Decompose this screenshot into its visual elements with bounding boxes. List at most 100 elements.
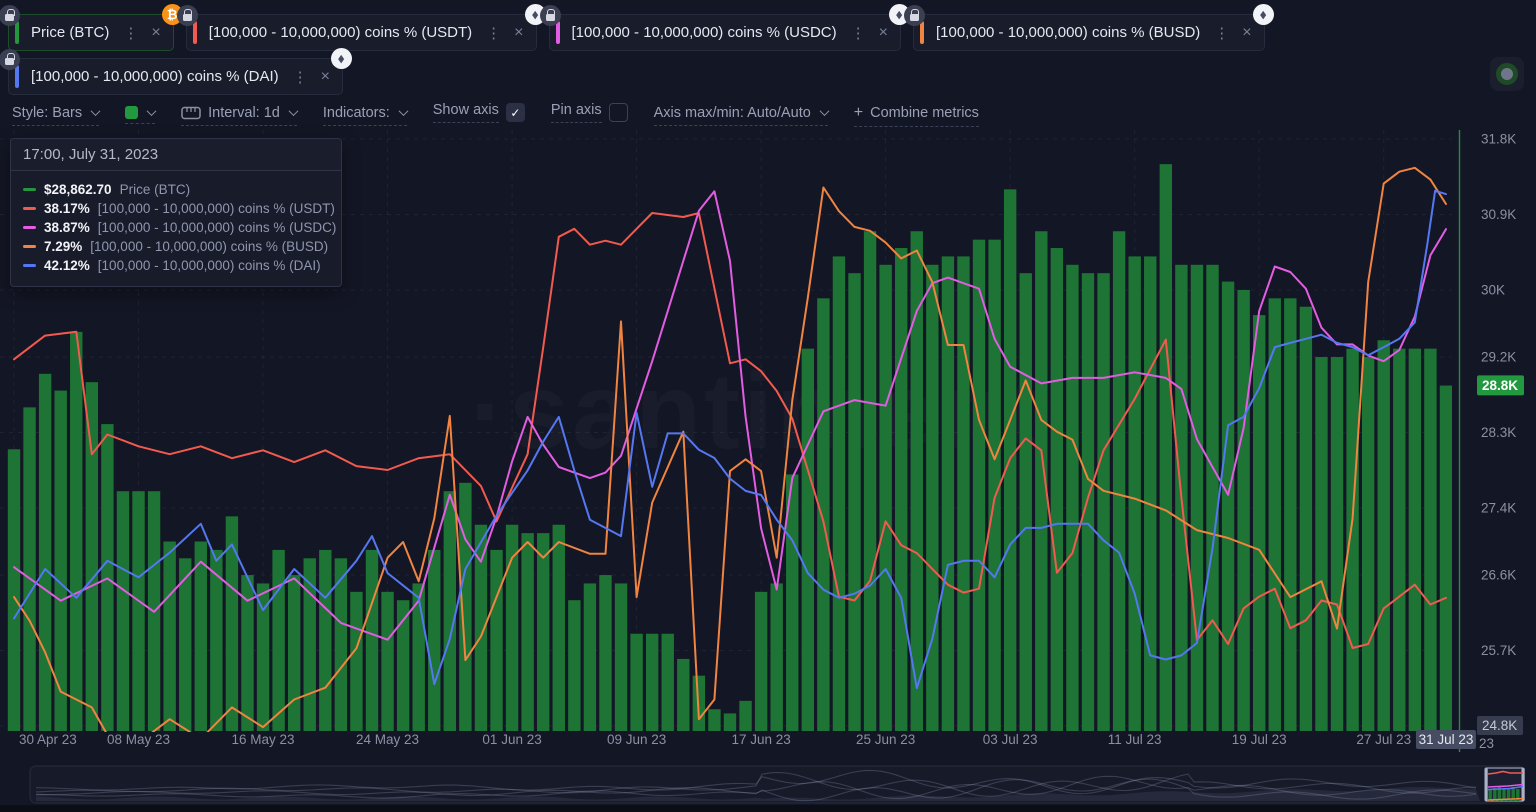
kebab-menu-icon[interactable]: ⋮ xyxy=(486,24,502,42)
plus-icon: + xyxy=(853,103,864,121)
series-dash-icon xyxy=(23,188,36,191)
close-icon[interactable]: × xyxy=(879,24,888,42)
lock-icon xyxy=(0,5,20,26)
show-axis-checkbox[interactable]: ✓ xyxy=(505,103,525,122)
preview-strip[interactable] xyxy=(29,765,1525,804)
price-bar xyxy=(505,524,519,731)
metric-tabs-row-1: Price (BTC) ⋮ × ₿ [100,000 - 10,000,000) coi… xyxy=(0,4,1274,51)
tooltip-label: [100,000 - 10,000,000) coins % (USDT) xyxy=(97,201,335,216)
price-bar xyxy=(1393,348,1406,731)
tooltip-label: [100,000 - 10,000,000) coins % (DAI) xyxy=(97,258,321,273)
pin-axis-checkbox[interactable] xyxy=(608,103,628,122)
date-tick-label: 16 May 23 xyxy=(232,732,295,747)
series-dash-icon xyxy=(23,264,36,267)
close-icon[interactable]: × xyxy=(321,68,330,86)
price-bar xyxy=(1346,348,1359,731)
tooltip-value: 7.29% xyxy=(44,239,83,254)
svg-text:31 Jul 23: 31 Jul 23 xyxy=(1419,732,1474,747)
price-bar xyxy=(365,549,379,731)
series-dash-icon xyxy=(23,207,36,210)
price-bar xyxy=(350,591,363,731)
price-bar xyxy=(1190,264,1204,731)
date-tick-label: 17 Jun 23 xyxy=(731,732,790,747)
kebab-menu-icon[interactable]: ⋮ xyxy=(851,24,867,42)
price-bar xyxy=(723,713,737,731)
metric-tab[interactable]: [100,000 - 10,000,000) coins % (USDC) ⋮ × ◆ xyxy=(539,4,910,51)
price-bar xyxy=(1361,357,1375,731)
price-bar xyxy=(1439,385,1452,731)
price-bar xyxy=(490,549,503,731)
price-bar xyxy=(1066,264,1079,731)
price-bar xyxy=(1299,306,1313,731)
price-bar xyxy=(926,264,939,731)
price-bar xyxy=(1221,281,1235,731)
kebab-menu-icon[interactable]: ⋮ xyxy=(123,24,139,42)
metric-tab[interactable]: [100,000 - 10,000,000) coins % (USDT) ⋮ × ◆ xyxy=(176,4,546,51)
price-bar xyxy=(1206,264,1219,731)
price-bar xyxy=(910,231,923,731)
axis-maxmin-label: Axis max/min: Auto/Auto xyxy=(653,104,811,121)
price-bar xyxy=(614,583,628,731)
tooltip-label: [100,000 - 10,000,000) coins % (BUSD) xyxy=(90,239,329,254)
price-bar xyxy=(163,541,176,731)
tooltip-row: 38.17% [100,000 - 10,000,000) coins % (US… xyxy=(23,199,335,218)
price-bar xyxy=(116,491,130,731)
price-tick-label: 30K xyxy=(1481,282,1505,297)
combine-metrics-label: Combine metrics xyxy=(870,104,979,121)
price-bar xyxy=(428,549,441,731)
price-bar xyxy=(1268,298,1281,731)
price-bar xyxy=(319,549,332,731)
app-window: { "app": { "watermark": "·santiment" }, … xyxy=(0,0,1536,812)
combine-metrics-button[interactable]: + Combine metrics xyxy=(853,103,979,127)
price-bar xyxy=(677,658,690,731)
price-tick-label: 30.9K xyxy=(1481,207,1516,222)
price-bar xyxy=(1112,231,1126,731)
tooltip-row: 38.87% [100,000 - 10,000,000) coins % (US… xyxy=(23,218,336,237)
metric-tab-label: [100,000 - 10,000,000) coins % (DAI) xyxy=(31,68,279,85)
price-bar xyxy=(895,248,908,731)
date-tick-label: 30 Apr 23 xyxy=(19,732,77,747)
close-icon[interactable]: × xyxy=(1242,24,1251,42)
metric-tab[interactable]: [100,000 - 10,000,000) coins % (BUSD) ⋮ × ◆ xyxy=(903,4,1274,51)
metric-tab-label: Price (BTC) xyxy=(31,24,110,41)
status-indicator-button[interactable] xyxy=(1490,57,1524,91)
price-bar xyxy=(879,264,892,731)
price-bar xyxy=(1050,248,1064,731)
chart-toolbar: Style: Bars Interval: 1d Indicators: Sho… xyxy=(12,102,979,128)
chart-tooltip: 17:00, July 31, 2023 $28,862.70 Price (BT… xyxy=(10,138,342,287)
interval-dropdown[interactable]: Interval: 1d xyxy=(181,105,299,126)
price-bar xyxy=(443,491,457,731)
preview-brush[interactable] xyxy=(1484,767,1525,802)
axis-maxmin-dropdown[interactable]: Axis max/min: Auto/Auto xyxy=(653,104,830,126)
price-bar xyxy=(1424,348,1437,731)
price-bar xyxy=(85,382,99,731)
price-bar xyxy=(537,533,550,731)
chevron-down-icon xyxy=(90,106,101,117)
kebab-menu-icon[interactable]: ⋮ xyxy=(293,68,309,86)
metric-tab[interactable]: Price (BTC) ⋮ × ₿ xyxy=(0,4,183,51)
pin-axis-toggle[interactable]: Pin axis xyxy=(550,102,628,128)
bar-color-dropdown[interactable] xyxy=(125,106,157,124)
price-bar xyxy=(630,633,643,731)
price-bar xyxy=(739,700,752,731)
chevron-down-icon xyxy=(288,106,299,117)
close-icon[interactable]: × xyxy=(514,24,523,42)
metric-tab[interactable]: [100,000 - 10,000,000) coins % (DAI) ⋮ × ◆ xyxy=(0,48,352,95)
price-tick-label: 31.8K xyxy=(1481,132,1516,147)
footer-bar xyxy=(0,805,1536,812)
brush-handle-left[interactable] xyxy=(1484,768,1488,801)
indicators-dropdown[interactable]: Indicators: xyxy=(322,105,409,126)
tooltip-value: $28,862.70 xyxy=(44,182,112,197)
metric-color-bar xyxy=(15,21,19,44)
price-bar xyxy=(972,239,986,731)
price-bar xyxy=(1081,273,1095,731)
price-bar xyxy=(754,591,768,731)
partial-date-label: 23 xyxy=(1479,736,1494,751)
kebab-menu-icon[interactable]: ⋮ xyxy=(1214,24,1230,42)
style-dropdown[interactable]: Style: Bars xyxy=(12,105,101,126)
color-swatch xyxy=(125,106,139,119)
close-icon[interactable]: × xyxy=(151,24,160,42)
show-axis-toggle[interactable]: Show axis ✓ xyxy=(432,102,525,128)
price-bar xyxy=(599,575,612,731)
price-bar xyxy=(1237,289,1250,731)
